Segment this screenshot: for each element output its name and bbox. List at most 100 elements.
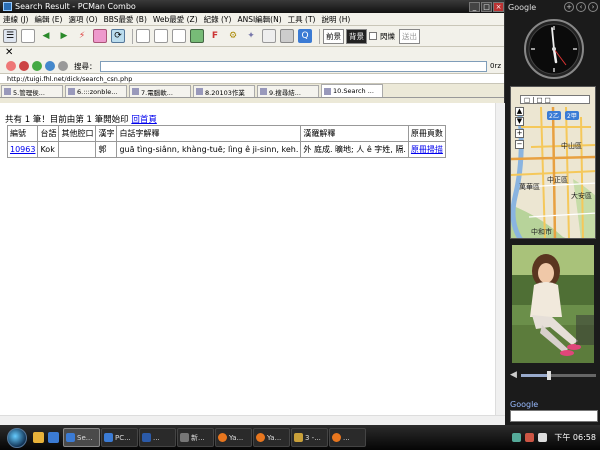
start-button[interactable] [7, 427, 27, 448]
address-bar[interactable]: http://tuigi.fhl.net/dick/search_csn.php [0, 74, 504, 84]
tab-10[interactable]: 10.Search ... [321, 84, 383, 97]
menu-web-favorites[interactable]: Web最愛 (Z) [150, 14, 201, 25]
next-icon[interactable]: › [588, 2, 598, 12]
taskbar-item-word[interactable]: ... [139, 428, 176, 447]
tab-5[interactable]: 5.管理侯... [1, 85, 63, 97]
disconnect-icon[interactable] [93, 29, 107, 43]
close-tab-icon[interactable]: ✕ [5, 47, 13, 58]
menu-tools[interactable]: 工具 (T) [285, 14, 319, 25]
window-icon [180, 433, 189, 442]
blue-q-icon[interactable]: Q [298, 29, 312, 43]
maximize-button[interactable]: □ [481, 1, 492, 12]
column-header: 原冊頁數 [407, 125, 446, 142]
paste-icon[interactable] [154, 29, 168, 43]
window-icon[interactable] [262, 29, 276, 43]
taskbar-item-new[interactable]: 新... [177, 428, 214, 447]
portrait-photo [512, 245, 594, 363]
star-icon[interactable]: ✦ [244, 29, 258, 43]
lightning-icon[interactable]: ⚡ [75, 29, 89, 43]
map-pan-down[interactable]: ▼ [515, 117, 524, 126]
keyboard-icon[interactable] [280, 29, 294, 43]
settings-gear-icon[interactable]: ⚙ [226, 29, 240, 43]
blink-checkbox[interactable] [369, 32, 377, 40]
back-arrow-icon[interactable]: ◀ [39, 29, 53, 43]
taskbar-item-pcman[interactable]: PC... [101, 428, 138, 447]
home-icon[interactable] [6, 61, 16, 71]
add-gadget-icon[interactable]: + [564, 2, 574, 12]
volume-thumb[interactable] [547, 370, 552, 380]
photo-gadget[interactable] [512, 245, 594, 363]
taskbar-item-firefox-2[interactable]: Ya... [253, 428, 290, 447]
speaker-icon: ◀ [510, 370, 517, 380]
menu-edit[interactable]: 編輯 (E) [31, 14, 65, 25]
map-location-select[interactable]: □ | □ □ [520, 95, 590, 104]
menu-list-icon[interactable]: ☰ [3, 29, 17, 43]
foreground-button[interactable]: 前景 [323, 28, 344, 44]
map-zoom-out[interactable]: − [515, 140, 524, 149]
map-gadget[interactable]: □ | □ □ ▲ ▼ + − 中山區 萬華區 中正區 大安區 中和市 2乙 2… [510, 86, 596, 239]
column-header: 漢羅解釋 [300, 125, 409, 142]
gadget-sidebar: Google + ‹ › □ | □ □ ▲ ▼ + − 中山區 萬華區 中正區… [505, 0, 600, 425]
new-page-icon[interactable] [21, 29, 35, 43]
orz-button[interactable]: 0rz [487, 62, 504, 70]
background-button[interactable]: 背景 [346, 28, 367, 44]
prev-icon[interactable]: ‹ [576, 2, 586, 12]
copy-icon[interactable] [136, 29, 150, 43]
result-table: 編號 台語 其他腔口 漢字 白話字解釋 漢羅解釋 原冊頁數 10963 Kok … [6, 125, 446, 158]
horizontal-scrollbar[interactable] [0, 415, 505, 425]
search-bar: 搜尋： 0rz [0, 59, 504, 74]
security-icon[interactable] [525, 433, 535, 442]
select-all-icon[interactable] [172, 29, 186, 43]
map-pan-up[interactable]: ▲ [515, 107, 524, 116]
close-window-button[interactable]: × [493, 1, 504, 12]
font-icon[interactable]: F [208, 29, 222, 43]
stop-icon[interactable] [19, 61, 29, 71]
system-clock[interactable]: 下午 06:58 [554, 432, 596, 443]
picture-icon[interactable] [190, 29, 204, 43]
taskbar: Se... PC... ... 新... Ya... Ya... 3 -... … [0, 425, 600, 450]
folder-icon [294, 433, 303, 442]
ie-icon[interactable] [48, 432, 59, 443]
tab-8[interactable]: 8.20103作業 [193, 85, 255, 97]
menu-connect[interactable]: 連線 (J) [0, 14, 31, 25]
globe-icon[interactable] [45, 61, 55, 71]
forward-arrow-icon[interactable]: ▶ [57, 29, 71, 43]
table-header-row: 編號 台語 其他腔口 漢字 白話字解釋 漢羅解釋 原冊頁數 [6, 125, 446, 142]
network-icon[interactable] [512, 433, 522, 442]
volume-control[interactable]: ◀ [510, 368, 596, 382]
menu-ansi-edit[interactable]: ANSI編輯(N) [234, 14, 284, 25]
tab-label: 8.20103作業 [205, 88, 245, 97]
taskbar-item-firefox-1[interactable]: Ya... [215, 428, 252, 447]
search-input[interactable] [99, 60, 487, 72]
refresh-icon[interactable]: ⟳ [111, 29, 125, 43]
volume-track[interactable] [520, 370, 596, 380]
volume-icon[interactable] [538, 433, 548, 442]
menu-bbs-favorites[interactable]: BBS最愛 (B) [101, 14, 150, 25]
taskbar-item-other[interactable]: ... [329, 428, 366, 447]
reload-icon[interactable] [32, 61, 42, 71]
scan-link[interactable]: 原冊掃描 [411, 145, 443, 154]
folder-icon[interactable] [33, 432, 44, 443]
home-link[interactable]: 回首頁 [131, 115, 157, 125]
menu-history[interactable]: 紀錄 (Y) [201, 14, 235, 25]
taskbar-item-search-result[interactable]: Se... [63, 428, 100, 447]
print-icon[interactable] [58, 61, 68, 71]
word-icon [142, 433, 151, 442]
entry-id-link[interactable]: 10963 [10, 145, 35, 154]
tab-label: 7.電腦軟... [141, 88, 173, 97]
window-icon [104, 433, 113, 442]
clock-gadget[interactable] [523, 18, 585, 80]
vertical-scrollbar[interactable] [495, 103, 505, 415]
taskbar-item-group[interactable]: 3 -... [291, 428, 328, 447]
menu-options[interactable]: 選項 (O) [65, 14, 100, 25]
tab-7[interactable]: 7.電腦軟... [129, 85, 191, 97]
tab-9[interactable]: 9.搜尋結... [257, 85, 319, 97]
tab-6[interactable]: 6.:::zonble... [65, 85, 127, 97]
send-button[interactable]: 送出 [399, 28, 420, 44]
google-search-gadget: Google [510, 400, 598, 425]
minimize-button[interactable]: _ [469, 1, 480, 12]
page-icon [196, 88, 203, 95]
google-search-input[interactable] [510, 410, 598, 422]
map-zoom-in[interactable]: + [515, 129, 524, 138]
menu-help[interactable]: 說明 (H) [318, 14, 353, 25]
